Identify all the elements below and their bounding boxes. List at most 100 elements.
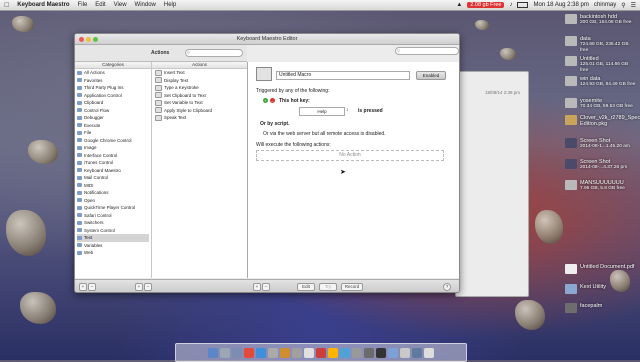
menu-view[interactable]: View bbox=[110, 2, 131, 8]
dock-app-icon[interactable] bbox=[292, 347, 302, 358]
category-item[interactable]: Keyboard Maestro bbox=[77, 167, 149, 175]
menu-file[interactable]: File bbox=[74, 2, 92, 8]
desktop-icon[interactable]: Clover_v2k_r2789_Special Edition.pkg bbox=[565, 115, 640, 127]
dock-app-icon[interactable] bbox=[232, 347, 242, 358]
menu-app-name[interactable]: Keyboard Maestro bbox=[13, 2, 73, 8]
dock-app-icon[interactable] bbox=[208, 347, 218, 358]
add-macro-button[interactable]: + bbox=[135, 283, 143, 291]
category-item[interactable]: Text bbox=[77, 234, 149, 242]
desktop-icon[interactable]: backintosh hdd 200 GB, 164.08 GB free bbox=[565, 14, 637, 26]
desktop-icon[interactable]: win data 124.93 GB, 84.49 GB free bbox=[565, 76, 637, 88]
dock-app-icon[interactable] bbox=[304, 347, 314, 358]
category-item[interactable]: Interface Control bbox=[77, 152, 149, 160]
desktop-icon[interactable]: Screen Shot 2014-08-...4.37.26 pm bbox=[565, 159, 637, 171]
category-item[interactable]: Notifications bbox=[77, 189, 149, 197]
dock-app-icon[interactable] bbox=[400, 347, 410, 358]
category-item[interactable]: System Control bbox=[77, 227, 149, 235]
category-item[interactable]: Debugger bbox=[77, 114, 149, 122]
dock-app-icon[interactable] bbox=[220, 347, 230, 358]
category-item[interactable]: Third Party Plug Ins bbox=[77, 84, 149, 92]
category-item[interactable]: Execute bbox=[77, 122, 149, 130]
dock-app-icon[interactable] bbox=[364, 347, 374, 358]
remove-group-button[interactable]: – bbox=[88, 283, 96, 291]
remove-action-button[interactable]: – bbox=[262, 283, 270, 291]
add-action-button[interactable]: + bbox=[253, 283, 261, 291]
remove-trigger-icon[interactable]: – bbox=[270, 98, 275, 103]
category-item[interactable]: Google Chrome Control bbox=[77, 137, 149, 145]
category-item[interactable]: QuickTime Player Control bbox=[77, 204, 149, 212]
category-item[interactable]: iTunes Control bbox=[77, 159, 149, 167]
category-item[interactable]: Favorites bbox=[77, 77, 149, 85]
hotkey-field[interactable]: Help bbox=[299, 107, 345, 116]
wifi-icon[interactable]: ▲ bbox=[456, 2, 462, 8]
dock-app-icon[interactable] bbox=[244, 347, 254, 358]
category-item[interactable]: File bbox=[77, 129, 149, 137]
menu-clock[interactable]: Mon 18 Aug 2:38 pm bbox=[533, 2, 588, 8]
desktop-icon[interactable]: facepalm bbox=[565, 303, 637, 313]
desktop-icon[interactable]: yosemite 70.34 GB, 59.53 GB free bbox=[565, 98, 637, 110]
help-button[interactable]: ? bbox=[443, 283, 451, 291]
hotkey-stepper-icon[interactable]: ↕ bbox=[346, 107, 349, 113]
menu-help[interactable]: Help bbox=[160, 2, 180, 8]
menu-user[interactable]: chinmay bbox=[594, 2, 616, 8]
action-item[interactable]: Display Text bbox=[155, 77, 245, 85]
macro-icon[interactable] bbox=[256, 67, 272, 81]
battery-icon[interactable] bbox=[517, 2, 529, 8]
window-titlebar[interactable]: Keyboard Maestro Editor bbox=[75, 34, 459, 45]
menu-window[interactable]: Window bbox=[131, 2, 160, 8]
category-item[interactable]: Variables bbox=[77, 242, 149, 250]
dock-app-icon[interactable] bbox=[376, 347, 386, 358]
category-item[interactable]: Control Flow bbox=[77, 107, 149, 115]
desktop-icon[interactable]: Kext Utility bbox=[565, 284, 637, 294]
action-item[interactable]: Set Clipboard to Text bbox=[155, 92, 245, 100]
volume-icon[interactable]: ♪ bbox=[509, 2, 512, 8]
desktop-icon[interactable]: Untitled Document.pdf bbox=[565, 264, 637, 274]
desktop-icon[interactable]: Untitled 125.01 GB, 114.66 GB free bbox=[565, 56, 637, 74]
desktop-icon[interactable]: Screen Shot 2014-08-1...1.45.20 am bbox=[565, 138, 637, 150]
remove-macro-button[interactable]: – bbox=[144, 283, 152, 291]
dock-app-icon[interactable] bbox=[352, 347, 362, 358]
macro-search-field[interactable]: ⚲ bbox=[395, 47, 459, 55]
category-item[interactable]: Web bbox=[77, 249, 149, 257]
dock-app-icon[interactable] bbox=[268, 347, 278, 358]
add-trigger-icon[interactable]: + bbox=[263, 98, 268, 103]
notification-center-icon[interactable]: ☰ bbox=[631, 2, 636, 9]
action-item[interactable]: Set Variable to Text bbox=[155, 99, 245, 107]
desktop-icon[interactable]: MANSUUUUUUU 7.95 GB, 5.8 GB free bbox=[565, 180, 637, 192]
category-item[interactable]: Image bbox=[77, 144, 149, 152]
add-group-button[interactable]: + bbox=[79, 283, 87, 291]
dock-app-icon[interactable] bbox=[340, 347, 350, 358]
category-item[interactable]: Mail Control bbox=[77, 174, 149, 182]
action-item[interactable]: Insert Text bbox=[155, 69, 245, 77]
dock-app-icon[interactable] bbox=[412, 347, 422, 358]
category-item[interactable]: All Actions bbox=[77, 69, 149, 77]
action-item[interactable]: Apply Style to Clipboard bbox=[155, 107, 245, 115]
dock-app-icon[interactable] bbox=[424, 347, 434, 358]
apple-menu-icon[interactable]:  bbox=[0, 2, 13, 9]
macro-name-field[interactable]: Untitled Macro bbox=[276, 71, 410, 80]
is-pressed-popup[interactable]: is pressed bbox=[358, 108, 383, 114]
dock-app-icon[interactable] bbox=[280, 347, 290, 358]
category-item[interactable]: Clipboard bbox=[77, 99, 149, 107]
action-item[interactable]: Speak Text bbox=[155, 114, 245, 122]
memory-free-badge[interactable]: 2.08 gb Free bbox=[467, 2, 505, 8]
category-item[interactable]: MIDI bbox=[77, 182, 149, 190]
category-item[interactable]: Application Control bbox=[77, 92, 149, 100]
menu-edit[interactable]: Edit bbox=[91, 2, 109, 8]
desktop-icon[interactable]: data 724.68 GB, 235.42 GB free bbox=[565, 36, 637, 54]
category-item[interactable]: Open bbox=[77, 197, 149, 205]
category-item[interactable]: Switchers bbox=[77, 219, 149, 227]
no-action-placeholder[interactable]: No Action bbox=[256, 150, 444, 161]
action-search-field[interactable]: ⚲ bbox=[185, 49, 243, 57]
spotlight-icon[interactable]: ⚲ bbox=[621, 2, 625, 9]
dock-app-icon[interactable] bbox=[388, 347, 398, 358]
try-button[interactable]: Try bbox=[319, 283, 337, 291]
background-window[interactable]: 18/08/14 2:38 pm bbox=[455, 71, 529, 297]
record-button[interactable]: Record bbox=[341, 283, 363, 291]
dock-app-icon[interactable] bbox=[316, 347, 326, 358]
action-item[interactable]: Type a Keystroke bbox=[155, 84, 245, 92]
enabled-button[interactable]: Enabled bbox=[416, 71, 446, 80]
dock-app-icon[interactable] bbox=[328, 347, 338, 358]
dock-app-icon[interactable] bbox=[256, 347, 266, 358]
category-item[interactable]: Safari Control bbox=[77, 212, 149, 220]
